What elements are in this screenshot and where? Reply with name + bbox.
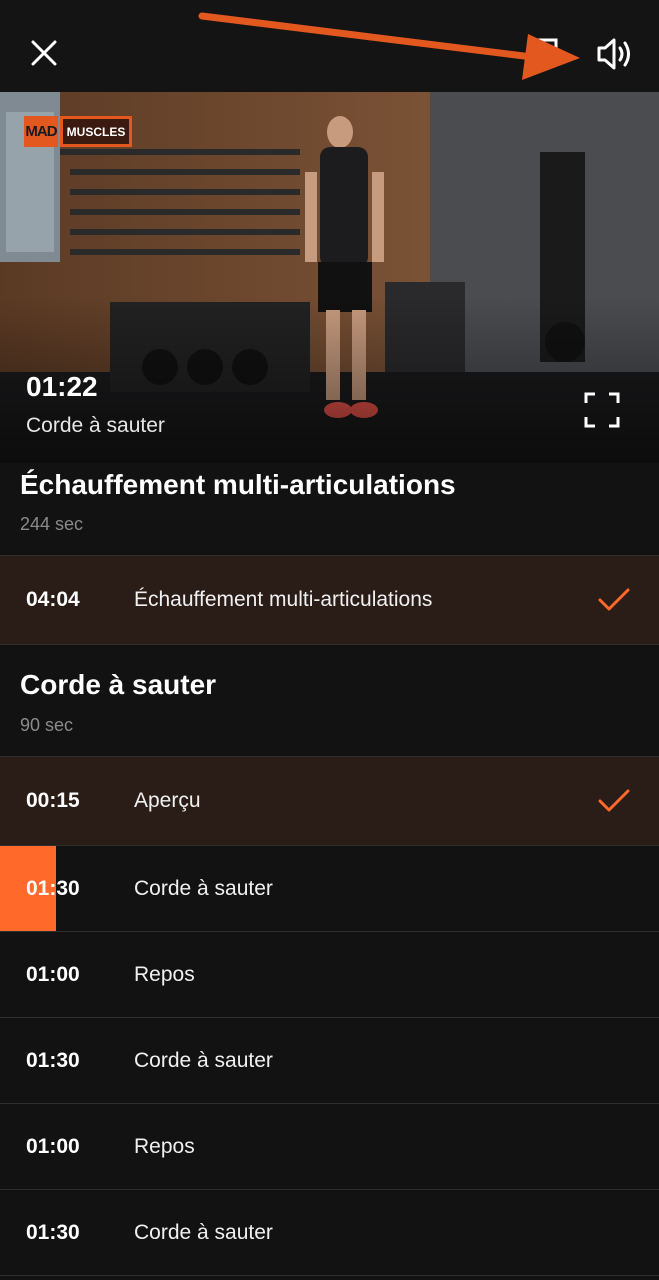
completed-check (598, 556, 630, 644)
list-item[interactable]: 01:30 Corde à sauter (0, 1018, 659, 1104)
list-item-label: Repos (134, 962, 195, 986)
checkmark-icon (598, 789, 630, 812)
list-item-time: 04:04 (26, 588, 80, 611)
section-title: Corde à sauter (20, 669, 217, 700)
brand-logo: MAD MUSCLES (24, 116, 132, 147)
completed-check (598, 757, 630, 845)
video-frame (0, 92, 659, 463)
list-item[interactable]: 01:00 Repos (0, 932, 659, 1018)
list-item-label: Aperçu (134, 789, 201, 812)
list-item-active[interactable]: 01:30 Corde à sauter (0, 846, 659, 932)
list-item-label: Repos (134, 1134, 195, 1158)
fullscreen-button[interactable] (584, 392, 620, 428)
volume-icon (597, 38, 630, 70)
list-item-time: 01:30 (26, 876, 80, 900)
list-item[interactable]: 01:30 Corde à sauter (0, 1190, 659, 1276)
list-item-time: 01:30 (26, 1220, 80, 1244)
list-item-label: Corde à sauter (134, 1048, 273, 1072)
checkmark-icon (598, 588, 630, 611)
fullscreen-icon (584, 392, 620, 428)
video-player[interactable]: MAD MUSCLES 01:22 Corde à sauter (0, 92, 659, 463)
close-icon (31, 40, 57, 66)
cast-button[interactable] (522, 34, 562, 74)
sound-button[interactable] (592, 34, 638, 74)
list-item-time: 00:15 (26, 789, 80, 812)
cast-icon (527, 38, 558, 69)
section-title: Échauffement multi-articulations (20, 469, 456, 500)
section-header: Corde à sauter 90 sec (0, 645, 659, 757)
video-current-exercise: Corde à sauter (26, 414, 165, 437)
list-item-label: Échauffement multi-articulations (134, 588, 433, 611)
list-item-time: 01:00 (26, 1134, 80, 1158)
list-item[interactable]: 01:00 Repos (0, 1104, 659, 1190)
brand-logo-mad: MAD (24, 116, 58, 147)
section-header: Échauffement multi-articulations 244 sec (0, 463, 659, 556)
section-duration: 244 sec (20, 514, 84, 534)
top-bar (0, 0, 659, 92)
video-current-time: 01:22 (26, 371, 98, 402)
list-item[interactable]: 04:04 Échauffement multi-articulations (0, 556, 659, 645)
list-item[interactable]: 00:15 Aperçu (0, 757, 659, 846)
close-button[interactable] (24, 32, 64, 74)
list-item-label: Corde à sauter (134, 1220, 273, 1244)
list-item-label: Corde à sauter (134, 876, 273, 900)
section-duration: 90 sec (20, 715, 74, 735)
list-item-time: 01:30 (26, 1048, 80, 1072)
exercise-list: Échauffement multi-articulations 244 sec… (0, 463, 659, 1276)
list-item-time: 01:00 (26, 962, 80, 986)
brand-logo-muscles: MUSCLES (60, 116, 132, 147)
